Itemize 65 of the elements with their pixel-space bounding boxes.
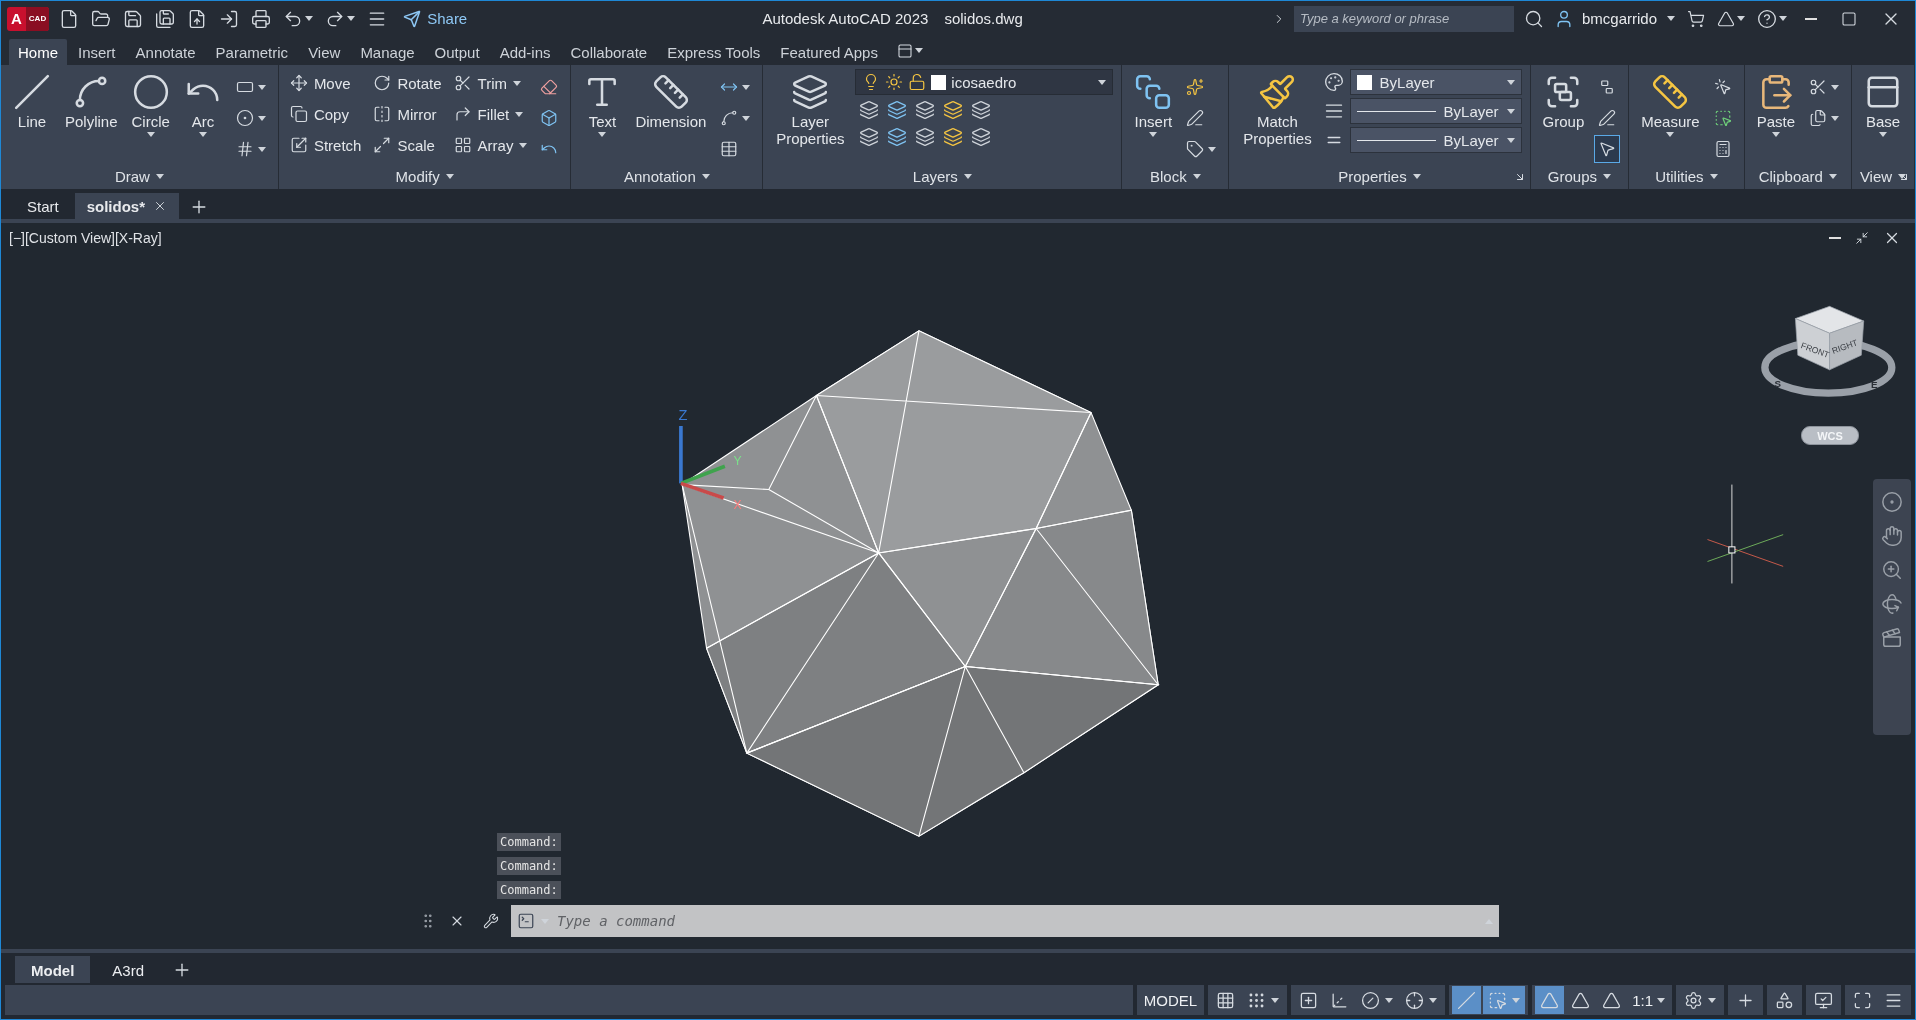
ribbon-tool-button[interactable]: Arc: [179, 69, 226, 142]
property-dropdown[interactable]: ByLayer: [1349, 127, 1522, 153]
panel-title-button[interactable]: Clipboard: [1754, 165, 1841, 187]
layout-tab[interactable]: Model: [15, 956, 91, 984]
app-logo[interactable]: A CAD: [7, 6, 50, 31]
ribbon-tool-button[interactable]: Circle: [127, 69, 174, 142]
ribbon-tool-button[interactable]: Paste: [1752, 69, 1799, 142]
ribbon-tool-button[interactable]: Mirror: [370, 100, 445, 128]
layout-tab[interactable]: A3rd: [96, 956, 161, 984]
ribbon-tool-button[interactable]: Base: [1860, 69, 1906, 142]
ribbon-tool-button[interactable]: Line: [9, 69, 55, 135]
compass-label: S: [1774, 377, 1782, 389]
panel-title-button[interactable]: Annotation: [620, 165, 714, 187]
panel-title-button[interactable]: Block: [1146, 165, 1205, 187]
panel-title-button[interactable]: Groups: [1543, 165, 1616, 187]
ribbon-tool-button[interactable]: Copy: [286, 100, 365, 128]
ribbon-tool-button[interactable]: Group: [1538, 69, 1589, 135]
file-tab[interactable]: solidos*: [74, 193, 180, 219]
ribbon-tab[interactable]: Parametric: [206, 39, 298, 65]
file-name: solidos.dwg: [944, 10, 1023, 27]
share-button[interactable]: Share: [397, 7, 474, 30]
ribbon-tool-button[interactable]: Trim: [450, 69, 531, 97]
ribbon-tool-button[interactable]: Fillet: [450, 100, 531, 128]
ribbon-tab[interactable]: Add-ins: [490, 39, 560, 65]
ribbon-tool-button[interactable]: Array: [450, 131, 531, 159]
ribbon-tool-button[interactable]: Polyline: [61, 69, 122, 135]
ribbon-tool-button[interactable]: Layer Properties: [771, 69, 850, 152]
command-input-field[interactable]: Type a command: [555, 912, 1479, 930]
search-field[interactable]: Type a keyword or phrase: [1293, 5, 1514, 32]
panel-title-button[interactable]: Properties: [1334, 165, 1425, 187]
ribbon-tab[interactable]: Output: [425, 39, 489, 65]
ribbon-tab[interactable]: Manage: [351, 39, 424, 65]
ribbon-tool-button[interactable]: Rotate: [370, 69, 445, 97]
user-name[interactable]: bmcgarrido: [1581, 10, 1657, 27]
window-title: Autodesk AutoCAD 2023: [762, 10, 929, 27]
ribbon-tab[interactable]: Featured Apps: [771, 39, 887, 65]
panel-title-button[interactable]: Utilities: [1651, 165, 1722, 187]
ribbon-tab[interactable]: Express Tools: [658, 39, 770, 65]
ribbon-tool-button[interactable]: Text: [579, 69, 626, 142]
axis-label: Y: [733, 454, 742, 469]
ribbon-tool-button[interactable]: Move: [286, 69, 365, 97]
panel-title-button[interactable]: Draw: [110, 165, 168, 187]
property-dropdown[interactable]: ByLayer: [1349, 98, 1522, 124]
ribbon-tool-button[interactable]: Stretch: [286, 131, 365, 159]
ribbon-tool-button[interactable]: Dimension: [631, 69, 711, 135]
ribbon-tab[interactable]: Annotate: [126, 39, 205, 65]
panel-title-button[interactable]: Modify: [391, 165, 458, 187]
layer-dropdown[interactable]: icosaedro: [855, 69, 1114, 95]
ribbon-tool-button[interactable]: Match Properties: [1237, 69, 1318, 152]
panel-title-button[interactable]: Layers: [908, 165, 976, 187]
ribbon-tab[interactable]: View: [299, 39, 350, 65]
ribbon-tool-button[interactable]: Insert: [1130, 69, 1177, 142]
ribbon-tool-button[interactable]: Measure: [1637, 69, 1704, 142]
ribbon-tab[interactable]: Insert: [69, 39, 125, 65]
ribbon-tab[interactable]: Collaborate: [561, 39, 657, 65]
status-button[interactable]: MODEL: [1139, 986, 1202, 1014]
ribbon-tool-button[interactable]: Scale: [370, 131, 445, 159]
property-dropdown[interactable]: ByLayer: [1349, 69, 1522, 95]
file-tab[interactable]: Start: [15, 193, 71, 219]
ribbon-tab[interactable]: Home: [9, 39, 67, 65]
compass-label: E: [1871, 379, 1878, 391]
viewport-controls-label[interactable]: [−][Custom View][X-Ray]: [9, 230, 162, 246]
panel-title-button[interactable]: View: [1855, 165, 1911, 187]
axis-label: Z: [678, 406, 688, 423]
status-button[interactable]: 1:1: [1628, 986, 1669, 1014]
